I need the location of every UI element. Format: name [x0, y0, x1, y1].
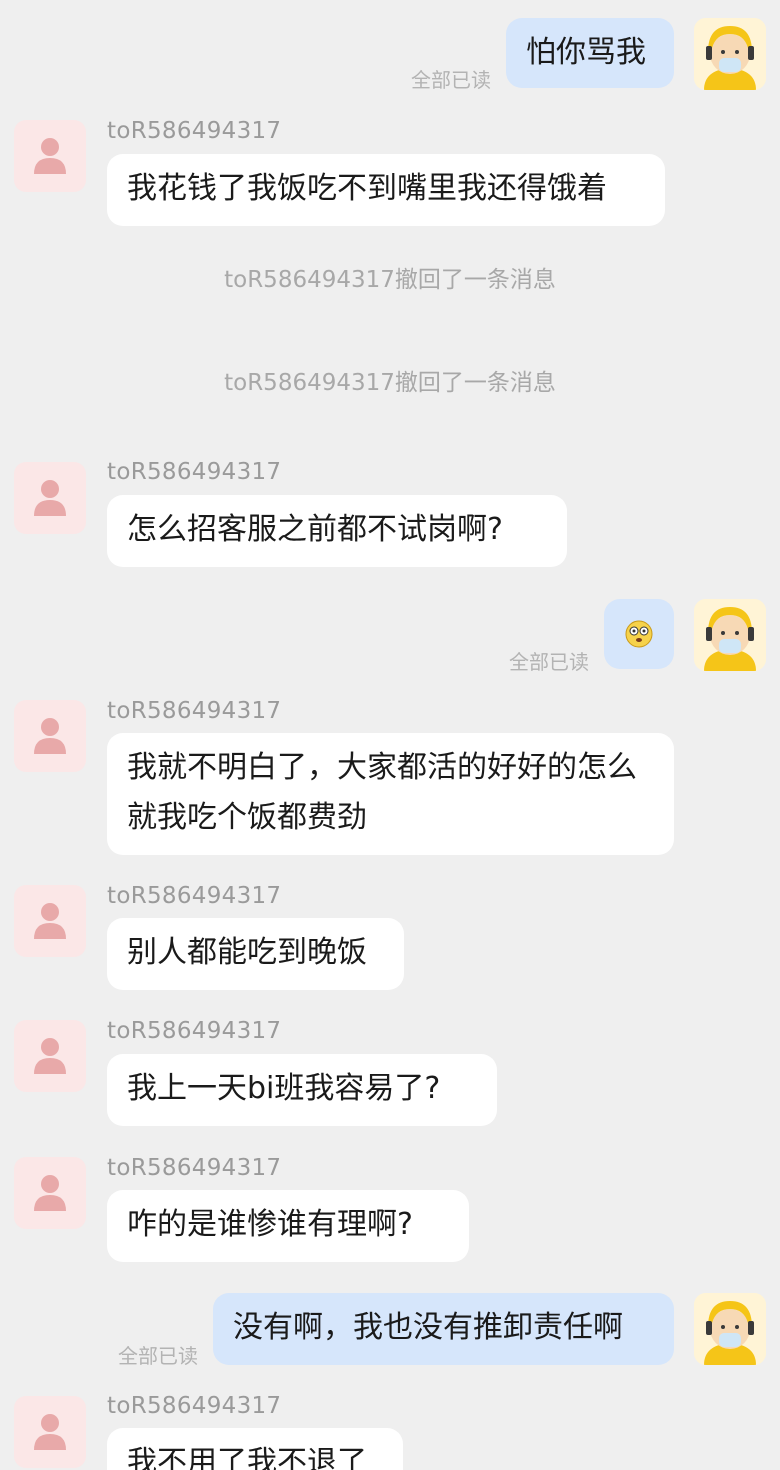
emoji-bubble[interactable]: [604, 599, 674, 669]
sender-name: toR586494317: [107, 118, 282, 144]
default-user-icon: [34, 1038, 66, 1074]
default-user-icon: [34, 480, 66, 516]
sender-avatar[interactable]: [14, 885, 86, 957]
message-bubble[interactable]: 怎么招客服之前都不试岗啊?: [107, 495, 567, 567]
default-user-icon: [34, 903, 66, 939]
dizzy-face-emoji-icon: [625, 620, 653, 648]
sender-avatar[interactable]: [14, 1396, 86, 1468]
sender-avatar[interactable]: [14, 700, 86, 772]
rider-avatar-icon: [694, 1293, 766, 1365]
default-user-icon: [34, 1175, 66, 1211]
sender-avatar[interactable]: [14, 120, 86, 192]
sender-avatar[interactable]: [14, 1020, 86, 1092]
sender-name: toR586494317: [107, 1393, 282, 1419]
default-user-icon: [34, 138, 66, 174]
message-bubble[interactable]: 我不用了我不退了: [107, 1428, 403, 1470]
sender-name: toR586494317: [107, 459, 282, 485]
default-user-icon: [34, 718, 66, 754]
read-status: 全部已读: [411, 68, 491, 92]
message-bubble[interactable]: 别人都能吃到晚饭: [107, 918, 404, 990]
delivery-rider-avatar[interactable]: [694, 1293, 766, 1365]
default-user-icon: [34, 1414, 66, 1450]
message-bubble[interactable]: 怕你骂我: [506, 18, 674, 88]
read-status: 全部已读: [118, 1344, 198, 1368]
sender-name: toR586494317: [107, 698, 282, 724]
delivery-rider-avatar[interactable]: [694, 599, 766, 671]
message-bubble[interactable]: 我就不明白了，大家都活的好好的怎么就我吃个饭都费劲: [107, 733, 674, 855]
read-status: 全部已读: [509, 650, 589, 674]
message-bubble[interactable]: 咋的是谁惨谁有理啊?: [107, 1190, 469, 1262]
rider-avatar-icon: [694, 18, 766, 90]
message-bubble[interactable]: 没有啊，我也没有推卸责任啊: [213, 1293, 674, 1365]
sender-avatar[interactable]: [14, 1157, 86, 1229]
recall-notice: toR586494317撤回了一条消息: [224, 267, 556, 293]
message-bubble[interactable]: 我花钱了我饭吃不到嘴里我还得饿着: [107, 154, 665, 226]
sender-name: toR586494317: [107, 1155, 282, 1181]
sender-avatar[interactable]: [14, 462, 86, 534]
sender-name: toR586494317: [107, 883, 282, 909]
sender-name: toR586494317: [107, 1018, 282, 1044]
delivery-rider-avatar[interactable]: [694, 18, 766, 90]
rider-avatar-icon: [694, 599, 766, 671]
recall-notice: toR586494317撤回了一条消息: [224, 370, 556, 396]
message-bubble[interactable]: 我上一天bi班我容易了?: [107, 1054, 497, 1126]
